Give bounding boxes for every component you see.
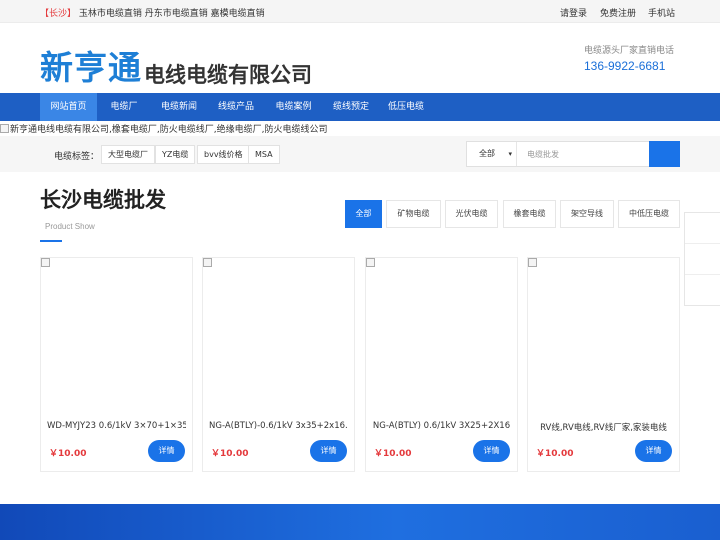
product-card[interactable]: NG-A(BTLY)-0.6/1kV 3x35+2x16... ￥10.00 详… [202,257,355,472]
product-price: ￥10.00 [49,449,87,459]
hotline-phone: 136-9922-6681 [583,59,666,73]
tag-search-bar: 电缆标签： 大型电缆厂 YZ电缆 bvv线价格 MSA 全部 ▾ [0,136,720,172]
banner-alt-text: 新亨通电线电缆有限公司,橡套电缆厂,防火电缆线厂,绝缘电缆厂,防火电缆线公司 [10,125,328,135]
broken-image-icon [366,258,375,267]
tags-label: 电缆标签： [54,152,100,162]
filter-all[interactable]: 全部 [345,200,382,228]
filter-mineral-cable[interactable]: 矿物电缆 [386,200,441,228]
broken-image-icon [41,258,50,267]
product-card[interactable]: RV线,RV电线,RV线厂家,家装电线 ￥10.00 详情 [527,257,680,472]
float-tool-button[interactable] [685,244,720,275]
product-price: ￥10.00 [211,449,249,459]
product-detail-button[interactable]: 详情 [635,440,672,462]
floating-toolbar [684,212,720,306]
chevron-down-icon: ▾ [508,150,512,158]
banner-image[interactable]: 新亨通电线电缆有限公司,橡套电缆厂,防火电缆线厂,绝缘电缆厂,防火电缆线公司 [0,122,720,136]
top-bar: 【长沙】 玉林市电缆直销 丹东市电缆直销 嘉模电缆直销 请登录 免费注册 手机站 [0,0,720,23]
search-box: 全部 ▾ [466,141,680,167]
product-detail-button[interactable]: 详情 [148,440,185,462]
broken-image-icon [528,258,537,267]
nav-item-cases[interactable]: 电缆案例 [265,93,322,121]
current-city[interactable]: 【长沙】 [40,9,76,19]
product-name[interactable]: WD-MYJY23 0.6/1kV 3×70+1×35 [47,421,186,431]
product-name[interactable]: NG-A(BTLY) 0.6/1kV 3X25+2X16 [372,421,511,431]
filter-overhead-wire[interactable]: 架空导线 [560,200,614,228]
tag-item[interactable]: 大型电缆厂 [101,145,155,164]
main-nav: 网站首页 电缆厂 电缆新闻 线缆产品 电缆案例 缆线预定 低压电缆 [0,93,720,121]
hotline-label: 电缆源头厂家直销电话 [583,46,674,56]
login-link[interactable]: 请登录 [560,9,587,19]
filter-rubber-cable[interactable]: 橡套电缆 [503,200,556,228]
logo-company: 电线电缆有限公司 [144,63,312,87]
tag-item[interactable]: MSA [248,145,280,164]
search-button[interactable] [649,141,680,167]
mobile-site-link[interactable]: 手机站 [648,9,675,19]
login-link-wrap: 请登录 [560,6,587,19]
tag-item[interactable]: bvv线价格 [197,145,250,164]
nav-item-low-voltage[interactable]: 低压电缆 [380,93,432,121]
product-price: ￥10.00 [374,449,412,459]
product-name[interactable]: NG-A(BTLY)-0.6/1kV 3x35+2x16... [209,421,348,431]
filter-mv-lv-cable[interactable]: 中低压电缆 [618,200,680,228]
section-subtitle: Product Show [45,222,95,231]
search-input[interactable] [519,142,649,166]
nav-item-booking[interactable]: 缆线预定 [322,93,380,121]
float-tool-button[interactable] [685,213,720,244]
nav-item-products[interactable]: 线缆产品 [207,93,265,121]
product-image[interactable] [41,258,192,408]
nav-item-news[interactable]: 电缆新闻 [151,93,207,121]
product-detail-button[interactable]: 详情 [310,440,347,462]
register-link-wrap: 免费注册 [600,6,636,19]
product-image[interactable] [203,258,354,408]
product-price: ￥10.00 [536,449,574,459]
search-icon [649,141,680,167]
search-category-select[interactable]: 全部 ▾ [467,142,517,166]
product-image[interactable] [528,258,679,408]
float-tool-button[interactable] [685,275,720,306]
section-title: 长沙电缆批发 [40,188,166,212]
section-underline [40,240,62,242]
product-name[interactable]: RV线,RV电线,RV线厂家,家装电线 [534,421,673,433]
site-header: 新亨通电线电缆有限公司 电缆源头厂家直销电话 136-9922-6681 [0,23,720,93]
product-card[interactable]: NG-A(BTLY) 0.6/1kV 3X25+2X16 ￥10.00 详情 [365,257,518,472]
search-category-value: 全部 [479,149,495,158]
mobile-link-wrap: 手机站 [648,6,675,19]
product-image[interactable] [366,258,517,408]
broken-image-icon [203,258,212,267]
top-bar-cities: 【长沙】 玉林市电缆直销 丹东市电缆直销 嘉模电缆直销 [40,6,265,19]
product-detail-button[interactable]: 详情 [473,440,510,462]
product-card[interactable]: WD-MYJY23 0.6/1kV 3×70+1×35 ￥10.00 详情 [40,257,193,472]
hotline: 电缆源头厂家直销电话 136-9922-6681 [584,43,674,73]
nav-item-home[interactable]: 网站首页 [40,93,97,121]
city-links[interactable]: 玉林市电缆直销 丹东市电缆直销 嘉模电缆直销 [79,9,265,19]
filter-pv-cable[interactable]: 光伏电缆 [445,200,498,228]
logo-brand: 新亨通 [40,48,142,87]
broken-image-icon [0,124,9,133]
site-logo[interactable]: 新亨通电线电缆有限公司 [40,41,312,87]
tag-item[interactable]: YZ电缆 [155,145,196,164]
nav-item-cable-factory[interactable]: 电缆厂 [97,93,151,121]
register-link[interactable]: 免费注册 [600,9,636,19]
footer-band [0,504,720,540]
